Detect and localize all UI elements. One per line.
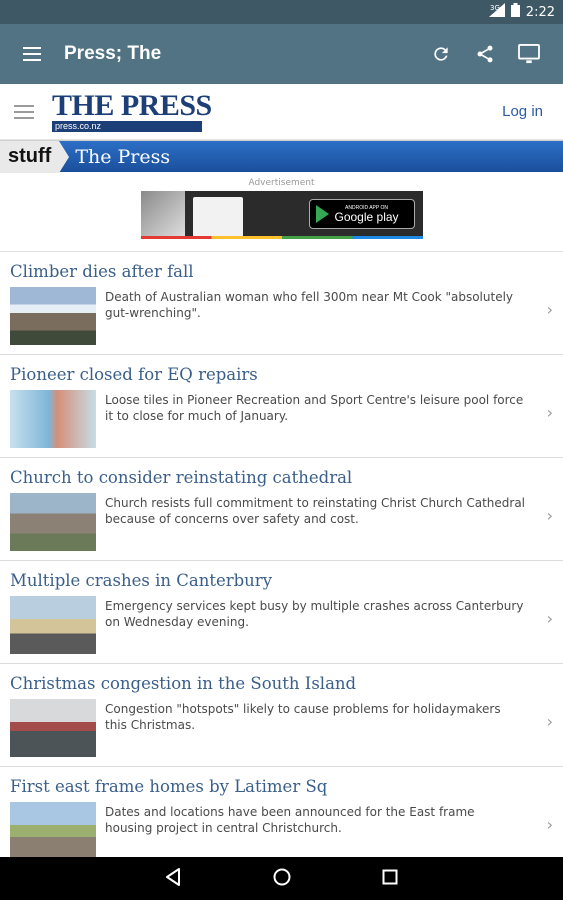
article-headline[interactable]: Multiple crashes in Canterbury: [10, 571, 553, 590]
article-item[interactable]: Church to consider reinstating cathedral…: [0, 458, 563, 561]
ad-color-stripe: [140, 236, 423, 239]
article-thumbnail: [10, 493, 96, 551]
article-headline[interactable]: Christmas congestion in the South Island: [10, 674, 553, 693]
article-summary: Emergency services kept busy by multiple…: [105, 599, 524, 629]
ad-laptop-image: [140, 191, 185, 239]
article-item[interactable]: Pioneer closed for EQ repairs Loose tile…: [0, 355, 563, 458]
share-icon[interactable]: [463, 32, 507, 76]
menu-icon[interactable]: [12, 34, 52, 74]
ad-label: Advertisement: [248, 178, 315, 188]
article-item[interactable]: Christmas congestion in the South Island…: [0, 664, 563, 767]
ad-phone-image: [192, 197, 243, 237]
cast-screen-icon[interactable]: [507, 32, 551, 76]
chevron-right-icon: ›: [546, 506, 553, 525]
article-thumbnail: [10, 596, 96, 654]
article-summary: Congestion "hotspots" likely to cause pr…: [105, 702, 501, 732]
article-headline[interactable]: Climber dies after fall: [10, 262, 553, 281]
google-play-badge[interactable]: ANDROID APP ON Google play: [308, 199, 415, 229]
chevron-right-icon: ›: [546, 712, 553, 731]
stuff-brand-badge[interactable]: stuff: [0, 140, 70, 173]
signal-icon: 3G: [488, 3, 505, 21]
svg-text:3G: 3G: [490, 4, 500, 12]
the-press-logo[interactable]: THE PRESS press.co.nz: [52, 91, 212, 132]
article-thumbnail: [10, 699, 96, 757]
chevron-right-icon: ›: [546, 300, 553, 319]
article-summary: Church resists full commitment to reinst…: [105, 496, 526, 526]
article-headline[interactable]: Pioneer closed for EQ repairs: [10, 365, 553, 384]
android-nav-bar: [0, 857, 563, 900]
section-bar: stuff The Press: [0, 140, 563, 173]
chevron-right-icon: ›: [546, 815, 553, 834]
article-headline[interactable]: Church to consider reinstating cathedral: [10, 468, 553, 487]
chevron-right-icon: ›: [546, 403, 553, 422]
article-item[interactable]: Multiple crashes in Canterbury Emergency…: [0, 561, 563, 664]
app-bar: Press; The: [0, 24, 563, 84]
status-time: 2:22: [525, 4, 555, 20]
battery-icon: [510, 3, 520, 21]
ad-area: Advertisement ANDROID APP ON Google play: [0, 172, 563, 252]
article-summary: Dates and locations have been announced …: [105, 805, 475, 835]
site-header: THE PRESS press.co.nz Log in: [0, 84, 563, 140]
refresh-icon[interactable]: [419, 32, 463, 76]
app-title: Press; The: [64, 43, 162, 64]
home-icon[interactable]: [272, 867, 292, 891]
ad-banner[interactable]: ANDROID APP ON Google play: [140, 191, 423, 239]
play-store-icon: [315, 205, 329, 223]
login-link[interactable]: Log in: [502, 103, 543, 120]
article-thumbnail: [10, 287, 96, 345]
recents-icon[interactable]: [382, 869, 398, 889]
section-title: The Press: [75, 145, 171, 168]
article-item[interactable]: Climber dies after fall Death of Austral…: [0, 252, 563, 355]
article-thumbnail: [10, 802, 96, 860]
article-thumbnail: [10, 390, 96, 448]
article-headline[interactable]: First east frame homes by Latimer Sq: [10, 777, 553, 796]
article-list: Climber dies after fall Death of Austral…: [0, 252, 563, 870]
back-icon[interactable]: [165, 867, 183, 890]
status-bar: 3G 2:22: [0, 0, 563, 24]
article-summary: Death of Australian woman who fell 300m …: [105, 290, 514, 320]
article-item[interactable]: First east frame homes by Latimer Sq Dat…: [0, 767, 563, 870]
site-menu-icon[interactable]: [14, 101, 34, 123]
chevron-right-icon: ›: [546, 609, 553, 628]
article-summary: Loose tiles in Pioneer Recreation and Sp…: [105, 393, 524, 423]
